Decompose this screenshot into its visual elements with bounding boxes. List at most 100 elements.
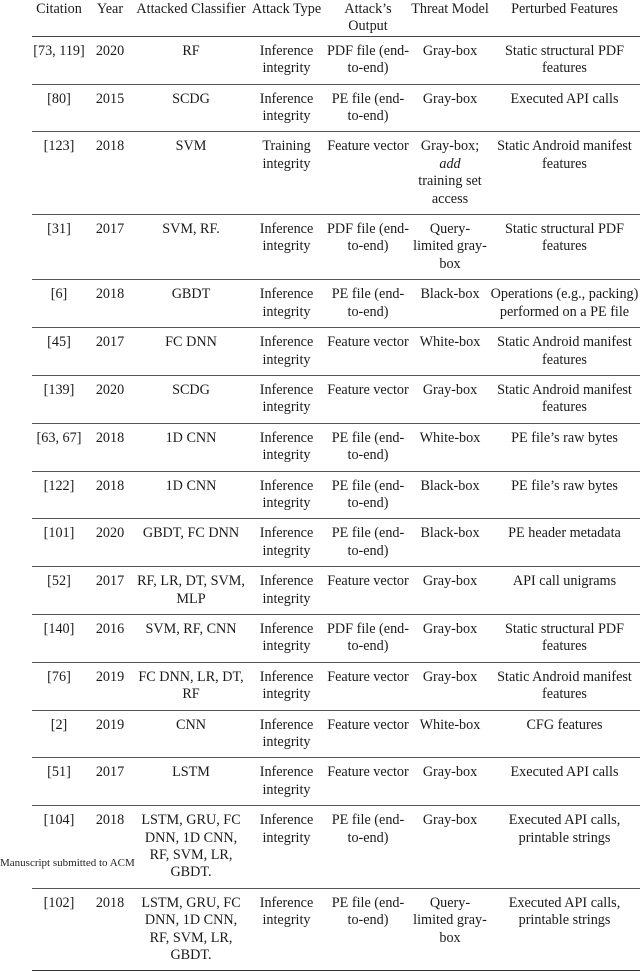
cell-output: PE file (end-to-end) xyxy=(331,477,405,511)
cell-output: PDF file (end-to-end) xyxy=(327,42,409,77)
cell-year: 2020 xyxy=(95,525,125,542)
cell-citation: [73, 119] xyxy=(33,42,85,59)
header-threat-model: Threat Model xyxy=(411,1,489,17)
table-row: [101] 2020 GBDT, FC DNN Inference integrity… xyxy=(32,519,640,567)
cell-classifier: 1D CNN xyxy=(165,477,217,494)
table-row: [104] 2018 LSTM, GRU, FC DNN, 1D CNN, RF, … xyxy=(32,806,640,889)
cell-citation: [52] xyxy=(47,573,71,590)
cell-output: Feature vector xyxy=(327,573,409,590)
threat-model-emphasis: add xyxy=(439,155,461,172)
cell-classifier: RF, LR, DT, SVM, MLP xyxy=(137,573,245,607)
table-row: [63, 67] 2018 1D CNN Inference integrity PE … xyxy=(32,423,640,472)
cell-features: PE file’s raw bytes xyxy=(511,429,618,446)
cell-classifier: GBDT, FC DNN xyxy=(142,525,240,542)
table-row: [31] 2017 SVM, RF. Inference integrity PDF f… xyxy=(32,215,640,280)
cell-classifier: FC DNN xyxy=(165,334,217,351)
cell-output: Feature vector xyxy=(327,764,409,781)
cell-threat-model: White-box xyxy=(419,334,481,351)
cell-attack-type: Inference integrity xyxy=(259,286,314,320)
cell-attack-type: Inference integrity xyxy=(259,381,314,416)
header-year: Year xyxy=(96,1,124,17)
table-header: Citation Year Attacked Classifier Attack… xyxy=(32,0,640,37)
cell-features: Static structural PDF features xyxy=(504,42,624,77)
cell-citation: [31] xyxy=(47,221,71,238)
cell-output: PDF file (end-to-end) xyxy=(327,620,409,655)
cell-year: 2018 xyxy=(95,429,125,446)
table-row: [139] 2020 SCDG Inference integrity Feature … xyxy=(32,375,640,424)
cell-classifier: LSTM xyxy=(172,764,210,781)
cell-output: Feature vector xyxy=(327,716,409,733)
cell-output: Feature vector xyxy=(327,381,409,398)
header-citation: Citation xyxy=(36,1,82,17)
cell-classifier: CNN xyxy=(176,716,206,733)
table-row: [123] 2018 SVM Training integrity Feature ve… xyxy=(32,132,640,215)
cell-features: Static structural PDF features xyxy=(504,221,624,255)
cell-attack-type: Inference integrity xyxy=(259,334,314,368)
manuscript-footer: Manuscript submitted to ACM xyxy=(0,857,135,869)
cell-threat-model: White-box xyxy=(419,429,481,446)
cell-citation: [6] xyxy=(50,286,68,303)
cell-features: CFG features xyxy=(526,716,603,733)
cell-attack-type: Inference integrity xyxy=(259,812,314,846)
cell-year: 2018 xyxy=(95,812,125,829)
cell-classifier: SCDG xyxy=(172,90,210,107)
cell-year: 2017 xyxy=(95,764,125,781)
cell-features: Static Android manifest features xyxy=(497,138,632,172)
cell-citation: [122] xyxy=(43,477,75,494)
cell-year: 2018 xyxy=(95,894,125,911)
cell-year: 2017 xyxy=(95,334,125,351)
header-output: Attack’s Output xyxy=(344,1,392,35)
cell-threat-model: Black-box xyxy=(420,525,480,542)
cell-classifier: LSTM, GRU, FC DNN, 1D CNN, RF, SVM, LR, … xyxy=(141,894,241,964)
cell-features: Static Android manifest features xyxy=(497,668,632,703)
cell-threat-model: Gray-box xyxy=(422,668,478,685)
header-row: Citation Year Attacked Classifier Attack… xyxy=(32,0,640,37)
cell-threat-model: Query-limited gray-box xyxy=(413,894,487,946)
table-row: [6] 2018 GBDT Inference integrity PE file (e… xyxy=(32,280,640,328)
cell-classifier: RF xyxy=(182,42,200,59)
cell-features: PE file’s raw bytes xyxy=(511,477,618,494)
cell-features: Static Android manifest features xyxy=(497,381,632,416)
cell-features: Executed API calls xyxy=(510,90,619,107)
table-row: [140] 2016 SVM, RF, CNN Inference integrity… xyxy=(32,614,640,663)
cell-output: Feature vector xyxy=(327,668,409,685)
cell-threat-model: Query-limited gray-box xyxy=(413,221,487,272)
table-row: [76] 2019 FC DNN, LR, DT, RF Inference inte… xyxy=(32,662,640,711)
header-classifier: Attacked Classifier xyxy=(136,1,246,17)
cell-year: 2017 xyxy=(95,573,125,590)
cell-citation: [2] xyxy=(50,716,68,733)
cell-attack-type: Inference integrity xyxy=(259,764,314,798)
cell-threat-model: Gray-box; add training set access xyxy=(411,132,489,215)
cell-output: Feature vector xyxy=(327,138,409,155)
table-body: [73, 119] 2020 RF Inference integrity PDF fi… xyxy=(32,36,640,971)
cell-attack-type: Inference integrity xyxy=(259,90,314,125)
cell-features: API call unigrams xyxy=(512,573,617,590)
table-row: [102] 2018 LSTM, GRU, FC DNN, 1D CNN, RF, … xyxy=(32,888,640,971)
cell-year: 2020 xyxy=(95,42,125,59)
cell-attack-type: Inference integrity xyxy=(259,894,314,929)
header-attack-type: Attack Type xyxy=(251,1,322,17)
cell-year: 2016 xyxy=(95,620,125,637)
cell-output: PDF file (end-to-end) xyxy=(327,221,409,255)
cell-citation: [76] xyxy=(47,668,71,685)
cell-classifier: LSTM, GRU, FC DNN, 1D CNN, RF, SVM, LR, … xyxy=(141,812,241,881)
cell-attack-type: Inference integrity xyxy=(259,573,314,607)
cell-attack-type: Inference integrity xyxy=(259,525,314,559)
table-row: [122] 2018 1D CNN Inference integrity PE fil… xyxy=(32,471,640,519)
cell-threat-model: Gray-box xyxy=(422,573,478,590)
cell-citation: [51] xyxy=(47,764,71,781)
cell-attack-type: Training integrity xyxy=(262,138,311,172)
cell-threat-model: Gray-box xyxy=(422,381,478,398)
cell-attack-type: Inference integrity xyxy=(259,716,314,750)
cell-classifier: GBDT xyxy=(171,286,211,303)
cell-features: Executed API calls, printable strings xyxy=(508,812,621,846)
cell-threat-model: Gray-box xyxy=(422,620,478,637)
cell-classifier: SVM, RF, CNN xyxy=(145,620,237,637)
cell-citation: [140] xyxy=(43,620,75,637)
cell-classifier: SVM, RF. xyxy=(162,221,220,238)
cell-threat-model: Black-box xyxy=(420,477,480,494)
cell-citation: [123] xyxy=(43,138,75,155)
cell-citation: [102] xyxy=(43,894,75,911)
cell-attack-type: Inference integrity xyxy=(259,668,314,703)
threat-model-text: Gray-box; xyxy=(420,138,480,155)
